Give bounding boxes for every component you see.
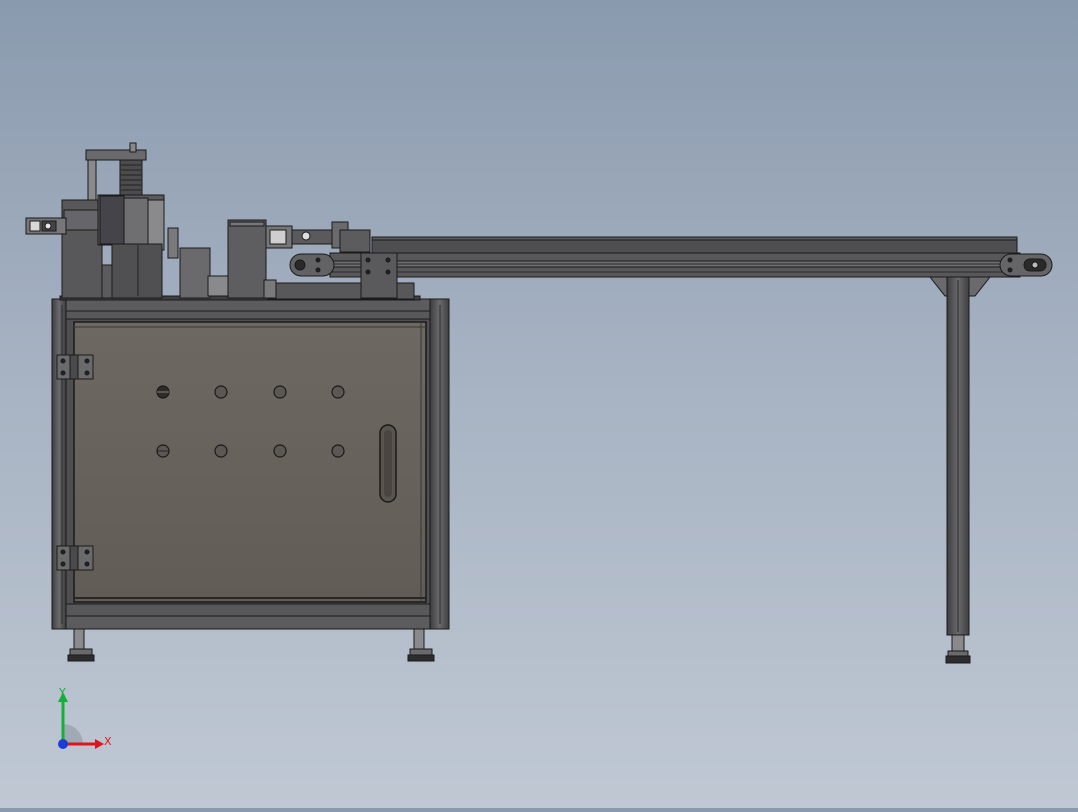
cabinet-door[interactable] — [73, 321, 427, 603]
door-handle[interactable] — [379, 424, 397, 503]
z-axis-dot-icon — [58, 739, 68, 749]
triad-axes — [58, 692, 104, 749]
cad-viewport[interactable]: X Y — [0, 0, 1078, 808]
coordinate-triad: X Y — [40, 680, 130, 760]
machine-model[interactable] — [0, 0, 1078, 808]
cabinet-feet — [67, 628, 435, 662]
y-axis-label: Y — [59, 686, 66, 699]
conveyor-leg — [928, 276, 992, 664]
x-axis-label: X — [104, 735, 112, 748]
